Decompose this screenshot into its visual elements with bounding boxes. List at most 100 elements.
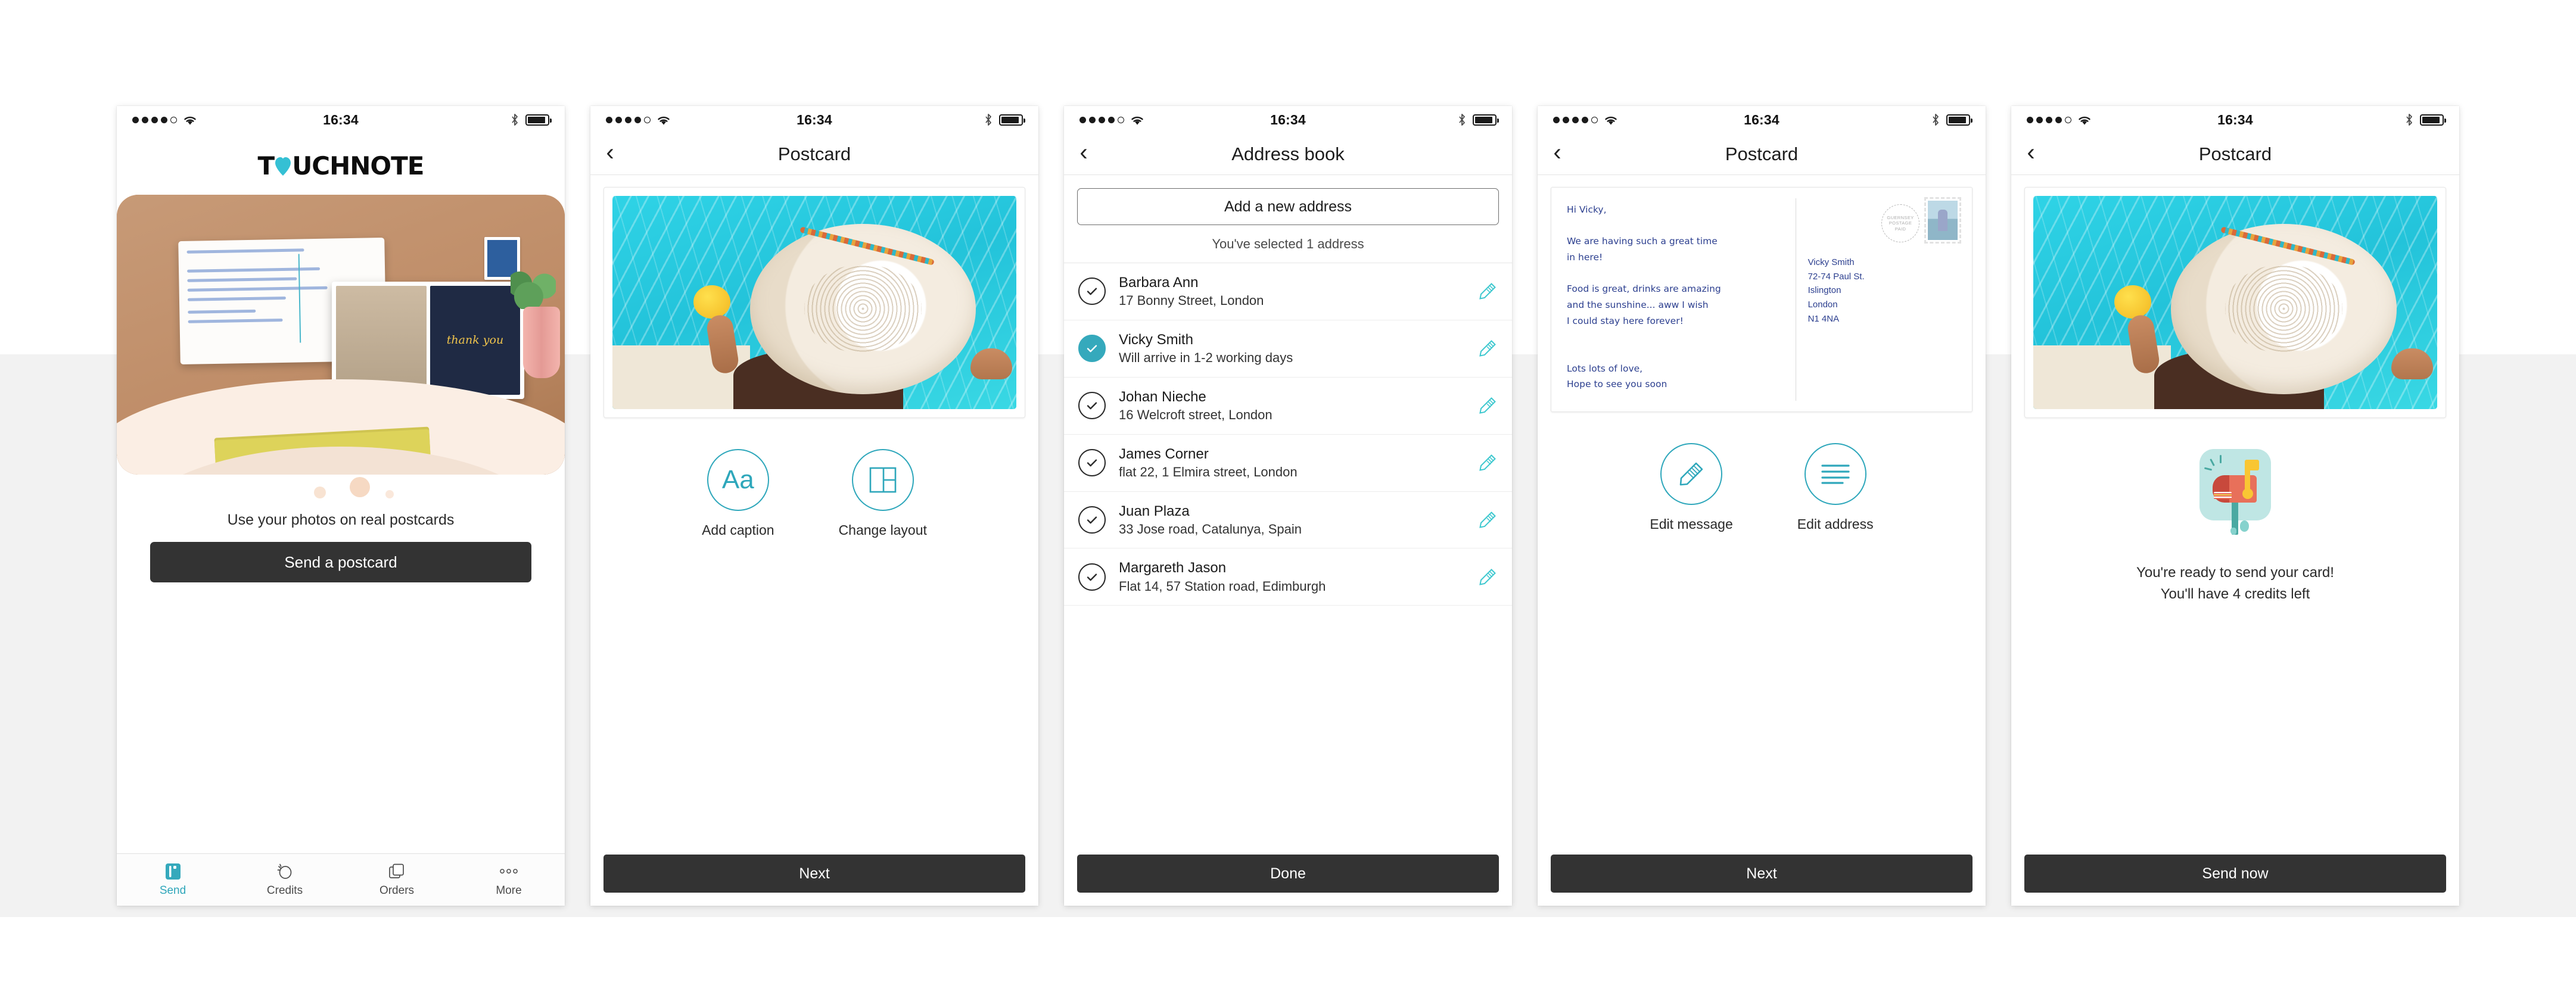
back-chevron-left-icon[interactable]: ‹: [2011, 141, 2051, 167]
contact-name: Johan Nieche: [1119, 388, 1206, 405]
bluetooth-icon: [512, 114, 518, 126]
edit-pencil-icon[interactable]: [1477, 395, 1498, 416]
text-aa-icon: Aa: [707, 449, 769, 511]
contact-detail: Flat 14, 57 Station road, Edimburgh: [1119, 578, 1326, 594]
list-item[interactable]: Barbara Ann 17 Bonny Street, London: [1064, 263, 1512, 320]
checkmark-circle-icon[interactable]: [1078, 563, 1106, 591]
tab-orders[interactable]: Orders: [341, 854, 453, 906]
back-chevron-left-icon[interactable]: ‹: [1064, 141, 1103, 167]
status-left: [1553, 114, 1672, 126]
postcard-photo: [612, 196, 1016, 409]
status-left: [132, 114, 251, 126]
signal-dots-icon: [1079, 116, 1124, 123]
send-now-button[interactable]: Send now: [2024, 855, 2446, 893]
heart-icon: [275, 156, 291, 176]
bluetooth-icon: [2406, 114, 2412, 126]
contact-name: James Corner: [1119, 445, 1209, 462]
edit-pencil-icon[interactable]: [1477, 567, 1498, 587]
list-item[interactable]: Juan Plaza 33 Jose road, Catalunya, Spai…: [1064, 492, 1512, 549]
message-body: Hi Vicky, We are having such a great tim…: [1538, 175, 1986, 906]
home-tagline: Use your photos on real postcards: [227, 512, 455, 528]
edit-message-button[interactable]: Edit message: [1650, 443, 1733, 532]
checkmark-circle-icon[interactable]: [1078, 506, 1106, 534]
address-text: James Corner flat 22, 1 Elmira street, L…: [1119, 445, 1464, 481]
ready-line-2: You'll have 4 credits left: [2160, 586, 2310, 602]
list-item[interactable]: Margareth Jason Flat 14, 57 Station road…: [1064, 548, 1512, 606]
contact-detail: 16 Welcroft street, London: [1119, 407, 1273, 422]
contact-name: Barbara Ann: [1119, 275, 1199, 291]
status-right: [430, 113, 552, 126]
wifi-icon: [658, 116, 670, 124]
edit-address-button[interactable]: Edit address: [1797, 443, 1874, 532]
checkmark-circle-icon[interactable]: [1078, 449, 1106, 477]
checkmark-circle-icon[interactable]: [1078, 277, 1106, 305]
aa-glyph: Aa: [721, 465, 754, 494]
address-text: Juan Plaza 33 Jose road, Catalunya, Spai…: [1119, 502, 1464, 538]
editor-actions: Aa Add caption Change layout: [590, 449, 1038, 538]
phone-screen-home: 16:34 T UCHNOTE thank you Use your photo…: [117, 106, 565, 906]
status-bar: 16:34: [2011, 106, 2459, 133]
wifi-icon: [1131, 116, 1143, 124]
phone-screen-confirm: 16:34 ‹ Postcard You're ready to send yo…: [2011, 106, 2459, 906]
brand-logo: T UCHNOTE: [117, 151, 565, 180]
credits-coin-icon: [276, 862, 294, 880]
postage-stamp-icon: [1924, 197, 1961, 244]
bluetooth-icon: [1459, 114, 1465, 126]
edit-pencil-icon[interactable]: [1477, 453, 1498, 473]
next-button[interactable]: Next: [1551, 855, 1973, 893]
address-list: Barbara Ann 17 Bonny Street, London Vick…: [1064, 263, 1512, 855]
postcard-preview-frame[interactable]: [603, 187, 1025, 418]
list-item[interactable]: Johan Nieche 16 Welcroft street, London: [1064, 378, 1512, 435]
selection-count-note: You've selected 1 address: [1064, 225, 1512, 263]
add-caption-label: Add caption: [702, 522, 774, 538]
postcard-preview-frame[interactable]: [2024, 187, 2446, 418]
status-bar: 16:34: [1538, 106, 1986, 133]
hero-carousel[interactable]: thank you ›: [117, 195, 565, 475]
status-time: 16:34: [2217, 111, 2253, 127]
send-card-icon: [164, 862, 182, 880]
edit-pencil-icon[interactable]: [1477, 281, 1498, 301]
confirm-body: You're ready to send your card! You'll h…: [2011, 175, 2459, 906]
hero-thankyou-text: thank you: [430, 285, 521, 395]
list-item[interactable]: James Corner flat 22, 1 Elmira street, L…: [1064, 435, 1512, 492]
send-a-postcard-button[interactable]: Send a postcard: [150, 542, 531, 582]
tab-send[interactable]: Send: [117, 854, 229, 906]
edit-pencil-icon[interactable]: [1477, 510, 1498, 530]
hero-image: thank you: [117, 195, 565, 475]
phone-screen-editor: 16:34 ‹ Postcard Aa Add caption Change l…: [590, 106, 1038, 906]
contact-detail: 17 Bonny Street, London: [1119, 293, 1264, 308]
recipient-line-1: Vicky Smith: [1807, 257, 1855, 267]
postmark-line2: POSTAGE: [1889, 220, 1912, 226]
change-layout-label: Change layout: [838, 522, 927, 538]
decorative-blobs: [117, 475, 565, 508]
status-bar: 16:34: [590, 106, 1038, 133]
home-body: T UCHNOTE thank you Use your photos on r…: [117, 133, 565, 853]
postcard-back-preview[interactable]: Hi Vicky, We are having such a great tim…: [1551, 187, 1973, 412]
ready-message: You're ready to send your card! You'll h…: [2011, 562, 2459, 605]
wifi-icon: [2079, 116, 2090, 124]
next-button[interactable]: Next: [603, 855, 1025, 893]
back-chevron-left-icon[interactable]: ‹: [1538, 141, 1577, 167]
list-item[interactable]: Vicky Smith Will arrive in 1-2 working d…: [1064, 320, 1512, 378]
tab-send-label: Send: [159, 884, 186, 897]
tab-more[interactable]: More: [453, 854, 565, 906]
battery-icon: [1473, 114, 1499, 126]
done-button[interactable]: Done: [1077, 855, 1499, 893]
status-left: [1079, 114, 1199, 126]
recipient-line-5: N1 4NA: [1807, 313, 1840, 324]
wifi-icon: [1605, 116, 1617, 124]
page-title: Postcard: [2198, 143, 2272, 164]
home-cta-wrap: Send a postcard: [117, 529, 565, 582]
tab-credits[interactable]: Credits: [229, 854, 341, 906]
edit-pencil-icon[interactable]: [1477, 338, 1498, 358]
add-new-address-button[interactable]: Add a new address: [1077, 188, 1499, 225]
address-text: Vicky Smith Will arrive in 1-2 working d…: [1119, 330, 1464, 367]
checkmark-circle-icon[interactable]: [1078, 335, 1106, 363]
address-book-footer: Done: [1064, 855, 1512, 906]
checkmark-circle-icon[interactable]: [1078, 392, 1106, 420]
stamp-row: GUERNSEY POSTAGE PAID: [1808, 197, 1961, 244]
add-caption-button[interactable]: Aa Add caption: [702, 449, 774, 538]
wifi-icon: [184, 116, 196, 124]
change-layout-button[interactable]: Change layout: [839, 449, 927, 538]
back-chevron-left-icon[interactable]: ‹: [590, 141, 630, 167]
